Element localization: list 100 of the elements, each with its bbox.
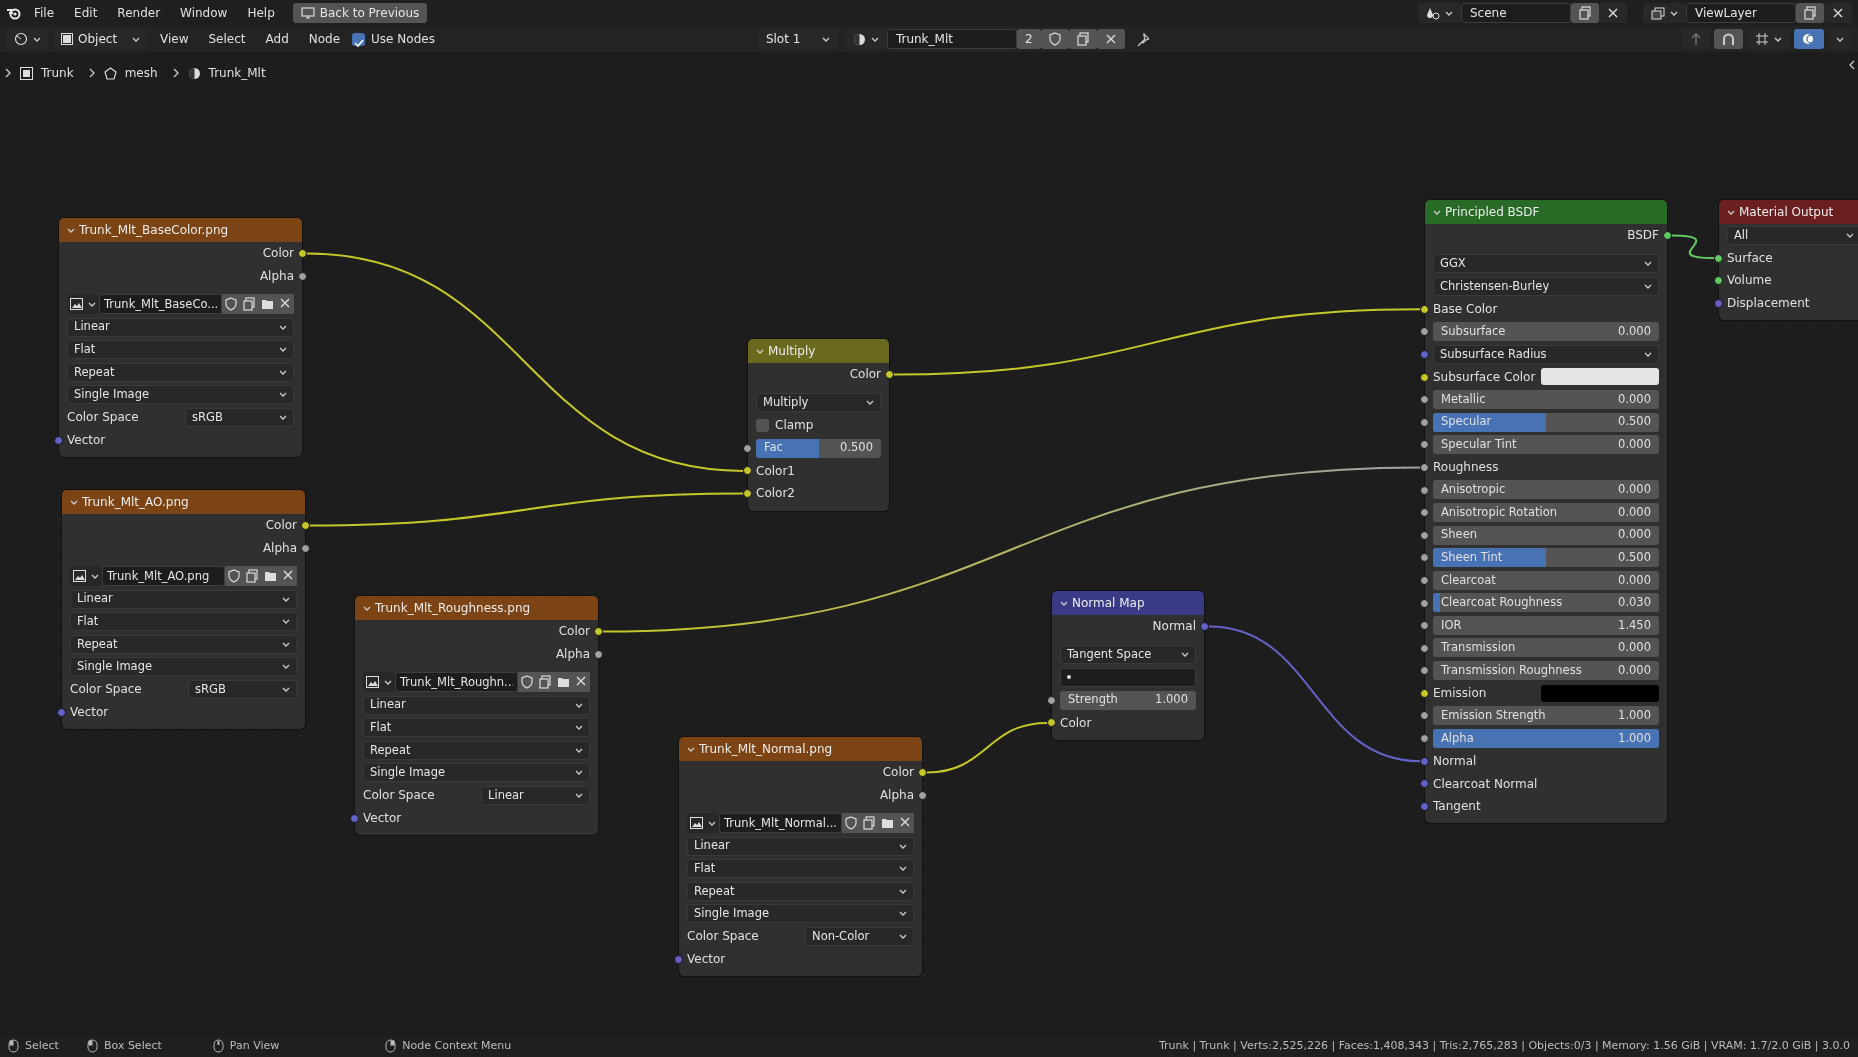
socket-dot[interactable]: [350, 813, 359, 823]
socket-dot[interactable]: [1420, 530, 1429, 540]
slider-field[interactable]: Anisotropic Rotation 0.000: [1433, 502, 1659, 522]
name-field[interactable]: ViewLayer: [1686, 3, 1796, 23]
socket-dot[interactable]: [298, 271, 307, 281]
slider-field[interactable]: Specular 0.500: [1433, 412, 1659, 432]
socket-dot[interactable]: [918, 768, 927, 777]
socket-dot[interactable]: [1714, 253, 1723, 263]
socket-dot[interactable]: [1420, 756, 1429, 766]
node-header[interactable]: Trunk_Mlt_BaseColor.png: [59, 218, 302, 242]
dropdown[interactable]: Multiply: [756, 393, 881, 413]
copy-button[interactable]: [536, 672, 554, 693]
menu-item[interactable]: Render: [109, 2, 169, 24]
socket-dot[interactable]: [1420, 666, 1429, 676]
slider-field[interactable]: Clearcoat 0.000: [1433, 570, 1659, 590]
slider-field[interactable]: Alpha 1.000: [1433, 728, 1659, 748]
socket-dot[interactable]: [54, 435, 63, 445]
dropdown[interactable]: Tangent Space: [1060, 645, 1196, 665]
slider-field[interactable]: Specular Tint 0.000: [1433, 435, 1659, 455]
socket-dot[interactable]: [1420, 485, 1429, 495]
copy-button[interactable]: [243, 566, 261, 587]
socket-dot[interactable]: [1420, 734, 1429, 744]
dropdown[interactable]: Flat: [363, 718, 590, 738]
parent-node-button[interactable]: [1682, 29, 1710, 49]
slider-field[interactable]: Anisotropic 0.000: [1433, 480, 1659, 500]
dropdown[interactable]: Flat: [67, 340, 294, 360]
image-name-field[interactable]: Trunk_Mlt_AO.png: [102, 566, 225, 587]
socket-dot[interactable]: [674, 954, 683, 964]
node-header[interactable]: Normal Map: [1052, 591, 1204, 615]
dropdown[interactable]: Single Image: [70, 657, 297, 677]
open-button[interactable]: [261, 566, 279, 587]
socket-dot[interactable]: [301, 521, 310, 530]
name-field[interactable]: Scene: [1461, 3, 1571, 23]
socket-dot[interactable]: [1420, 304, 1429, 314]
open-button[interactable]: [554, 672, 572, 693]
collapse-caret-icon[interactable]: [756, 347, 764, 355]
dropdown[interactable]: Linear: [67, 317, 294, 337]
slider-field[interactable]: Clearcoat Roughness 0.030: [1433, 593, 1659, 613]
socket-dot[interactable]: [1420, 801, 1429, 811]
selector-button[interactable]: [1643, 3, 1686, 23]
socket-dot[interactable]: [1420, 462, 1429, 472]
socket-dot[interactable]: [1420, 327, 1429, 337]
socket-dot[interactable]: [1420, 417, 1429, 427]
slider-field[interactable]: Metallic 0.000: [1433, 389, 1659, 409]
collapse-caret-icon[interactable]: [363, 604, 371, 612]
menu-item[interactable]: File: [26, 2, 63, 24]
collapse-caret-icon[interactable]: [1727, 208, 1735, 216]
close-button[interactable]: [1824, 3, 1852, 23]
socket-dot[interactable]: [1420, 440, 1429, 450]
socket-dot[interactable]: [1420, 598, 1429, 608]
collapse-caret-icon[interactable]: [1433, 208, 1441, 216]
snap-button[interactable]: [1714, 29, 1743, 49]
socket-dot[interactable]: [1200, 622, 1209, 631]
open-button[interactable]: [878, 813, 896, 834]
fake-user-button[interactable]: [518, 672, 536, 693]
node-header[interactable]: Multiply: [748, 339, 889, 363]
socket-dot[interactable]: [743, 443, 752, 453]
snap-element-button[interactable]: [1747, 29, 1790, 49]
socket-dot[interactable]: [1714, 298, 1723, 308]
menu-item[interactable]: Select: [200, 28, 254, 50]
slider-field[interactable]: Subsurface 0.000: [1433, 322, 1659, 342]
dropdown[interactable]: Flat: [687, 859, 914, 879]
socket-dot[interactable]: [1420, 372, 1429, 382]
material-browse-button[interactable]: [844, 29, 887, 49]
socket-dot[interactable]: [743, 488, 752, 498]
node-header[interactable]: Trunk_Mlt_Normal.png: [679, 737, 922, 761]
user-count-button[interactable]: 2: [1016, 29, 1041, 49]
socket-dot[interactable]: [743, 466, 752, 476]
slider-field[interactable]: Strength 1.000: [1060, 690, 1196, 710]
socket-dot[interactable]: [1420, 349, 1429, 359]
uv-map-field[interactable]: [1060, 668, 1196, 687]
socket-dot[interactable]: [1420, 779, 1429, 789]
node-header[interactable]: Material Output: [1719, 200, 1858, 224]
image-browse-button[interactable]: [687, 813, 719, 834]
socket-dot[interactable]: [918, 790, 927, 800]
dropdown[interactable]: Single Image: [687, 904, 914, 924]
image-browse-button[interactable]: [70, 566, 102, 587]
image-browse-button[interactable]: [363, 672, 395, 693]
menu-item[interactable]: Edit: [66, 2, 106, 24]
dropdown[interactable]: Repeat: [70, 634, 297, 654]
close-button[interactable]: [279, 566, 297, 587]
color-swatch[interactable]: [1541, 684, 1659, 702]
menu-item[interactable]: Help: [239, 2, 283, 24]
collapse-caret-icon[interactable]: [67, 226, 75, 234]
dropdown[interactable]: GGX: [1433, 254, 1659, 274]
slider-field[interactable]: Sheen 0.000: [1433, 525, 1659, 545]
copy-button[interactable]: [1571, 3, 1599, 23]
collapse-caret-icon[interactable]: [687, 745, 695, 753]
close-button[interactable]: [276, 294, 294, 315]
dropdown[interactable]: Flat: [70, 612, 297, 632]
socket-dot[interactable]: [885, 370, 894, 379]
breadcrumb-item[interactable]: mesh: [124, 64, 158, 82]
socket-dot[interactable]: [1420, 643, 1429, 653]
menu-item[interactable]: Window: [172, 2, 236, 24]
slot-dropdown[interactable]: Slot 1: [757, 29, 838, 49]
overlay-menu-button[interactable]: [1828, 29, 1852, 49]
socket-dot[interactable]: [1420, 575, 1429, 585]
overlay-button[interactable]: [1794, 29, 1824, 49]
dropdown[interactable]: Christensen-Burley: [1433, 277, 1659, 296]
socket-dot[interactable]: [594, 627, 603, 636]
